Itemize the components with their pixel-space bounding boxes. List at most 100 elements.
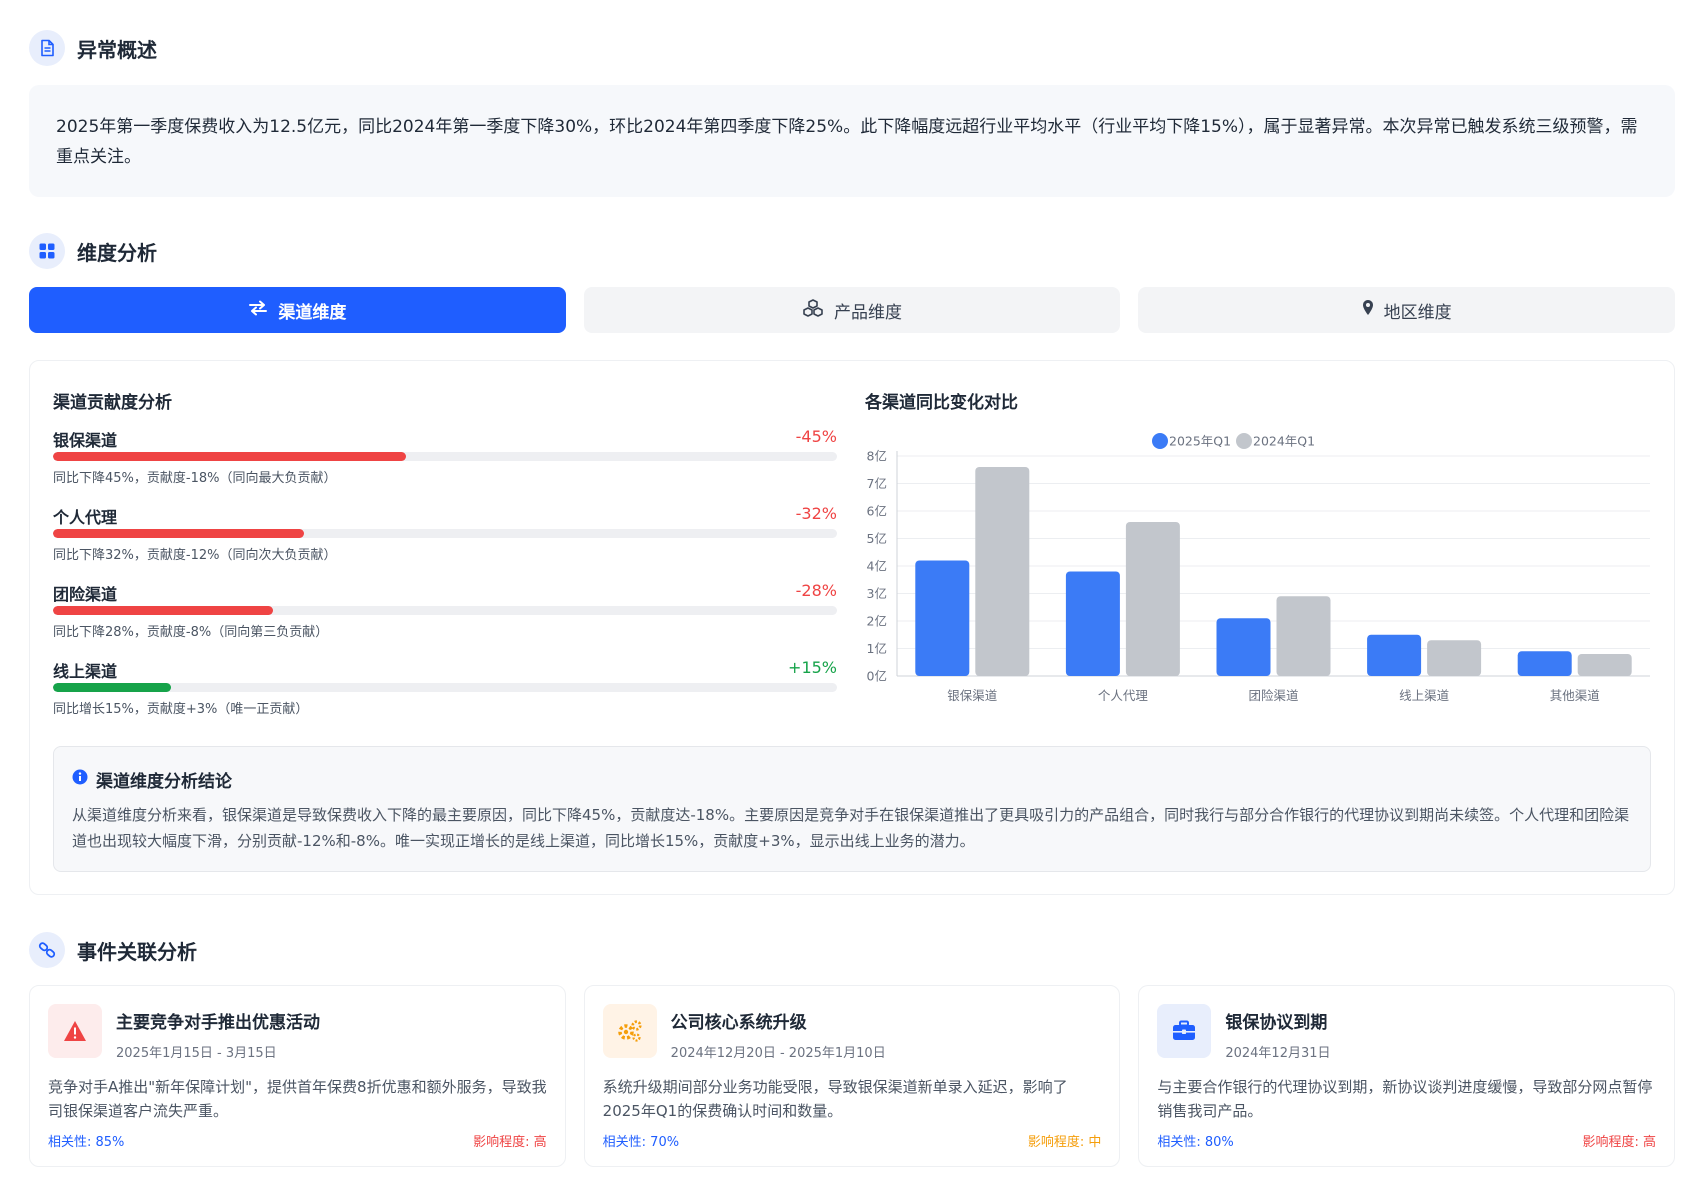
bar: [1427, 640, 1482, 676]
bar: [1577, 654, 1632, 676]
cubes-icon: [802, 298, 824, 322]
contribution-name: 线上渠道: [53, 662, 118, 681]
info-icon: [72, 769, 88, 790]
bar: [1216, 618, 1271, 676]
map-pin-icon: [1362, 299, 1374, 321]
contribution-bar: [53, 606, 273, 615]
event-impact: 影响程度: 中: [1027, 1135, 1102, 1150]
bar: [915, 560, 970, 676]
contribution-bar: [53, 529, 304, 538]
y-tick-label: 3亿: [867, 586, 887, 601]
tab-product-label: 产品维度: [834, 302, 902, 323]
event-date: 2024年12月20日 - 2025年1月10日: [670, 1046, 886, 1061]
tab-product[interactable]: 产品维度: [583, 287, 1121, 333]
event-date: 2025年1月15日 - 3月15日: [116, 1046, 277, 1061]
contribution-value: -28%: [795, 581, 837, 600]
events-header: 事件关联分析: [29, 932, 197, 968]
contribution-item: 个人代理 -32% 同比下降32%，贡献度-12%（同向次大负贡献）: [53, 504, 837, 581]
contribution-name: 团险渠道: [53, 585, 118, 604]
contribution-track: [53, 606, 837, 615]
chart-svg: 2025年Q1 2024年Q1 0亿 1亿 2亿 3亿 4亿 5亿 6亿 7亿 8亿银保渠道 个人代理…: [867, 433, 1650, 703]
contribution-item: 银保渠道 -45% 同比下降45%，贡献度-18%（同向最大负贡献）: [53, 427, 837, 504]
warning-icon: [48, 1004, 102, 1058]
tab-channel[interactable]: 渠道维度: [29, 287, 566, 333]
x-tick-label: 线上渠道: [1399, 688, 1450, 703]
tab-region-label: 地区维度: [1383, 302, 1452, 323]
contribution-item: 线上渠道 +15% 同比增长15%，贡献度+3%（唯一正贡献）: [53, 658, 837, 735]
y-tick-label: 4亿: [867, 559, 887, 574]
event-date: 2024年12月31日: [1225, 1046, 1331, 1061]
overview-header: 异常概述: [29, 30, 157, 66]
overview-summary: 2025年第一季度保费收入为12.5亿元，同比2024年第一季度下降30%，环比…: [29, 85, 1675, 197]
y-tick-label: 6亿: [867, 504, 887, 519]
contribution-list: 银保渠道 -45% 同比下降45%，贡献度-18%（同向最大负贡献） 个人代理 …: [53, 427, 837, 735]
x-tick-label: 个人代理: [1098, 688, 1149, 703]
legend-label: 2025年Q1: [1169, 434, 1231, 449]
x-tick-label: 其他渠道: [1550, 688, 1601, 703]
x-tick-label: 团险渠道: [1248, 688, 1299, 703]
event-relevance: 相关性: 70%: [602, 1135, 680, 1150]
y-tick-label: 8亿: [867, 449, 887, 464]
bar: [1367, 634, 1422, 676]
contribution-item: 团险渠道 -28% 同比下降28%，贡献度-8%（同向第三负贡献）: [53, 581, 837, 658]
event-title: 公司核心系统升级: [670, 1013, 807, 1033]
legend-label: 2024年Q1: [1253, 434, 1315, 449]
chart-title: 各渠道同比变化对比: [865, 393, 1018, 413]
y-tick-label: 1亿: [867, 641, 887, 656]
y-tick-label: 2亿: [867, 614, 887, 629]
event-cards: 主要竞争对手推出优惠活动 2025年1月15日 - 3月15日 竞争对手A推出"…: [29, 985, 1676, 1167]
bar: [1125, 522, 1180, 676]
link-icon: [29, 932, 65, 968]
event-card[interactable]: 主要竞争对手推出优惠活动 2025年1月15日 - 3月15日 竞争对手A推出"…: [29, 985, 566, 1167]
channel-bar-chart: 2025年Q1 2024年Q1 0亿 1亿 2亿 3亿 4亿 5亿 6亿 7亿 8亿银保渠道 个人代理…: [865, 421, 1655, 711]
contribution-bar: [53, 452, 406, 461]
contribution-desc: 同比增长15%，贡献度+3%（唯一正贡献）: [53, 702, 309, 717]
tab-region[interactable]: 地区维度: [1138, 287, 1676, 333]
event-title: 主要竞争对手推出优惠活动: [116, 1013, 320, 1033]
event-desc: 与主要合作银行的代理协议到期，新协议谈判进度缓慢，导致部分网点暂停销售我司产品。: [1157, 1078, 1653, 1120]
contribution-track: [53, 529, 837, 538]
contribution-track: [53, 683, 837, 692]
dimension-header: 维度分析: [29, 233, 157, 269]
conclusion-title: 渠道维度分析结论: [96, 772, 232, 792]
gears-icon: [602, 1004, 657, 1058]
bar: [1276, 596, 1331, 676]
bar: [1517, 651, 1572, 676]
contribution-value: +15%: [788, 658, 837, 677]
contribution-value: -45%: [795, 427, 837, 446]
event-card[interactable]: 公司核心系统升级 2024年12月20日 - 2025年1月10日 系统升级期间…: [583, 985, 1121, 1167]
exchange-icon: [248, 300, 268, 321]
y-tick-label: 0亿: [867, 669, 887, 684]
event-relevance: 相关性: 80%: [1157, 1135, 1234, 1150]
y-tick-label: 7亿: [867, 476, 887, 491]
event-desc: 系统升级期间部分业务功能受限，导致银保渠道新单录入延迟，影响了2025年Q1的保…: [602, 1078, 1068, 1120]
event-relevance: 相关性: 85%: [48, 1135, 125, 1150]
event-card[interactable]: 银保协议到期 2024年12月31日 与主要合作银行的代理协议到期，新协议谈判进…: [1138, 985, 1676, 1167]
event-impact: 影响程度: 高: [473, 1135, 547, 1150]
contribution-name: 银保渠道: [53, 431, 118, 450]
contribution-desc: 同比下降45%，贡献度-18%（同向最大负贡献）: [53, 471, 337, 486]
contribution-track: [53, 452, 837, 461]
legend-swatch: [1236, 433, 1252, 449]
dimension-tabs: 渠道维度 产品维度 地区维度: [29, 287, 1676, 333]
conclusion-text: 从渠道维度分析来看，银保渠道是导致保费收入下降的最主要原因，同比下降45%，贡献…: [72, 806, 1630, 850]
dimension-title: 维度分析: [77, 240, 157, 265]
channel-panel: 渠道贡献度分析 银保渠道 -45% 同比下降45%，贡献度-18%（同向最大负贡…: [29, 360, 1675, 895]
contribution-name: 个人代理: [53, 508, 118, 527]
contribution-desc: 同比下降32%，贡献度-12%（同向次大负贡献）: [53, 548, 337, 563]
bar: [975, 467, 1030, 676]
events-title: 事件关联分析: [77, 939, 197, 964]
tab-channel-label: 渠道维度: [278, 302, 347, 323]
contribution-desc: 同比下降28%，贡献度-8%（同向第三负贡献）: [53, 625, 329, 640]
y-tick-label: 5亿: [867, 531, 887, 546]
conclusion-box: 渠道维度分析结论 从渠道维度分析来看，银保渠道是导致保费收入下降的最主要原因，同…: [53, 746, 1651, 872]
legend-swatch: [1152, 433, 1168, 449]
event-impact: 影响程度: 高: [1582, 1135, 1657, 1150]
contribution-title: 渠道贡献度分析: [53, 393, 172, 413]
event-desc: 竞争对手A推出"新年保障计划"，提供首年保费8折优惠和额外服务，导致我司银保渠道…: [48, 1078, 547, 1120]
briefcase-icon: [1157, 1004, 1212, 1058]
contribution-bar: [53, 683, 171, 692]
conclusion-header: 渠道维度分析结论: [72, 767, 1632, 792]
x-tick-label: 银保渠道: [947, 688, 998, 703]
contribution-value: -32%: [795, 504, 837, 523]
